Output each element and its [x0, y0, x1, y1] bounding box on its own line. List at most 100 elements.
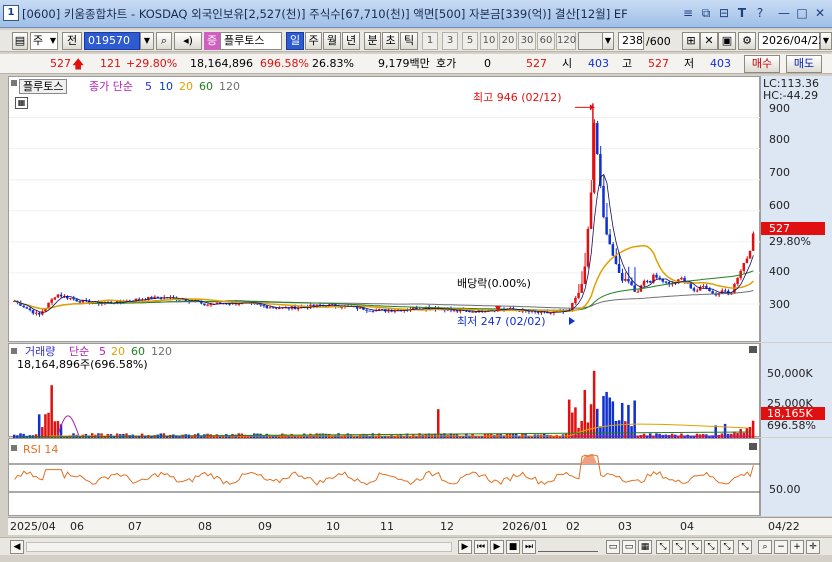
interval-10[interactable]: 10 [480, 32, 498, 50]
maximize-icon[interactable]: □ [794, 5, 810, 21]
tool-4-icon[interactable]: ⤡ [656, 540, 670, 554]
interval-dropdown-icon[interactable]: ▼ [602, 32, 614, 50]
vol-ma-120[interactable]: 120 [151, 345, 172, 358]
ma-20-label[interactable]: 20 [179, 80, 193, 93]
date-axis[interactable]: 2025/04 06 07 08 09 10 11 12 2026/01 02 … [8, 517, 832, 535]
tab-minute[interactable]: 분 [364, 32, 381, 50]
vol-ma-5[interactable]: 5 [99, 345, 106, 358]
interval-60[interactable]: 60 [537, 32, 555, 50]
buy-button[interactable]: 매수 [744, 55, 780, 73]
candle-body [37, 312, 41, 315]
vol-ma-20[interactable]: 20 [111, 345, 125, 358]
count-field[interactable]: 238 [618, 32, 644, 50]
tab-day[interactable]: 일 [286, 32, 304, 50]
jump-last-icon[interactable]: ⏭ [522, 540, 536, 554]
period-select-value: 주 [33, 34, 44, 47]
tab-year[interactable]: 년 [342, 32, 360, 50]
layout-icon[interactable]: ▤ [12, 32, 28, 50]
tool-9-icon[interactable]: ⤡ [738, 540, 752, 554]
tool-3-icon[interactable]: ▦ [638, 540, 652, 554]
ma-120-label[interactable]: 120 [219, 80, 240, 93]
scroll-left-icon[interactable]: ◀ [10, 540, 24, 554]
zoom-search-icon[interactable]: ⌕ [758, 540, 772, 554]
move-icon[interactable]: ✛ [806, 540, 820, 554]
candle-body [75, 299, 78, 302]
code-dropdown-icon[interactable]: ▼ [140, 32, 154, 50]
ma-20-line [14, 245, 754, 312]
rsi-panel[interactable]: RSI 14 [8, 438, 761, 516]
prev-button[interactable]: 전 [62, 32, 82, 50]
candle-body [627, 278, 630, 282]
close-icon[interactable]: ✕ [812, 5, 828, 21]
menu-icon[interactable]: ≡ [680, 5, 696, 21]
tool-8-icon[interactable]: ⤡ [720, 540, 734, 554]
item-name-field[interactable]: 플루토스 [220, 32, 282, 50]
volume-axis[interactable]: 50,000K 25,000K 18,165K 696.58% [760, 343, 832, 437]
grid-toggle-icon[interactable]: ▦ [15, 97, 28, 109]
zoom-out-icon[interactable]: − [774, 540, 788, 554]
chart-scrollbar[interactable]: ◀ ▶ ⏮ ▶ ■ ⏭ ▭ ▭ ▦ ⤡ ⤡ ⤡ ⤡ ⤡ ⤡ ⌕ − + ✛ [0, 537, 832, 555]
ma-10-label[interactable]: 10 [159, 80, 173, 93]
candle-body [203, 303, 206, 306]
interval-1[interactable]: 1 [422, 32, 438, 50]
font-icon[interactable]: T [734, 5, 750, 21]
ma-60-label[interactable]: 60 [199, 80, 213, 93]
zoom-in-icon[interactable]: + [790, 540, 804, 554]
scroll-track[interactable] [26, 542, 452, 552]
annotation-high: 최고 946 (02/12) [473, 91, 562, 104]
sound-icon[interactable]: ◂) [174, 32, 202, 50]
tool-5-icon[interactable]: ⤡ [672, 540, 686, 554]
save-icon[interactable]: ▣ [718, 32, 736, 50]
jump-first-icon[interactable]: ⏮ [474, 540, 488, 554]
period-select[interactable]: 주 ▼ [30, 32, 58, 50]
zoom-icon[interactable]: ⊞ [682, 32, 700, 50]
crosshair-icon[interactable]: ✕ [700, 32, 718, 50]
price-legend-ma[interactable]: 종가 단순 [89, 80, 133, 93]
help-icon[interactable]: ? [752, 5, 768, 21]
interval-120[interactable]: 120 [556, 32, 576, 50]
ma-5-label[interactable]: 5 [145, 80, 152, 93]
window-number[interactable]: 1 [3, 5, 19, 21]
rsi-axis[interactable]: 50.00 [760, 438, 832, 516]
price-axis[interactable]: LC:113.36 HC:-44.29 900 800 700 600 527 … [760, 76, 832, 342]
stock-code-input[interactable]: 019570 [84, 32, 140, 50]
speed-slider[interactable] [538, 542, 598, 552]
tab-second[interactable]: 초 [382, 32, 399, 50]
volume-legend-name[interactable]: 거래량 [25, 345, 55, 358]
price-legend-name[interactable]: 플루토스 [19, 79, 68, 94]
panel-handle-icon[interactable] [11, 80, 17, 86]
date-picker-icon[interactable]: ▼ [820, 32, 832, 50]
search-icon[interactable]: ⌕ [156, 32, 172, 50]
tab-week[interactable]: 주 [305, 32, 322, 50]
play-icon[interactable]: ▶ [490, 540, 504, 554]
scroll-right-icon[interactable]: ▶ [458, 540, 472, 554]
panel-close-icon[interactable] [749, 443, 757, 450]
cascade-icon[interactable]: ⧉ [698, 5, 714, 21]
tab-month[interactable]: 월 [323, 32, 341, 50]
panel-close-icon[interactable] [749, 346, 757, 353]
tab-tick[interactable]: 틱 [400, 32, 418, 50]
panel-handle-icon[interactable] [11, 348, 17, 354]
stop-icon[interactable]: ■ [506, 540, 520, 554]
sell-button[interactable]: 매도 [786, 55, 822, 73]
count-total: /600 [646, 35, 671, 48]
price-chart-panel[interactable]: 플루토스 종가 단순 5 10 20 60 120 ▦ 최고 946 (02/1… [8, 76, 761, 342]
panel-handle-icon[interactable] [11, 445, 17, 451]
tool-6-icon[interactable]: ⤡ [688, 540, 702, 554]
minimize-icon[interactable]: — [776, 5, 792, 21]
volume-panel[interactable]: 거래량 단순 5 20 60 120 18,164,896주(696.58%) [8, 343, 760, 438]
interval-3[interactable]: 3 [442, 32, 458, 50]
vol-ma-60[interactable]: 60 [131, 345, 145, 358]
minimize-panel-icon[interactable]: ⊟ [716, 5, 732, 21]
interval-20[interactable]: 20 [499, 32, 517, 50]
interval-30[interactable]: 30 [518, 32, 536, 50]
tool-1-icon[interactable]: ▭ [606, 540, 620, 554]
candle-body [748, 250, 752, 259]
settings-icon[interactable]: ⚙ [738, 32, 756, 50]
date-field[interactable]: 2026/04/22 [758, 32, 825, 50]
tool-7-icon[interactable]: ⤡ [704, 540, 718, 554]
tool-2-icon[interactable]: ▭ [622, 540, 636, 554]
rsi-legend-name[interactable]: RSI 14 [23, 443, 58, 456]
interval-5[interactable]: 5 [462, 32, 478, 50]
volume-legend-ma[interactable]: 단순 [69, 345, 89, 358]
